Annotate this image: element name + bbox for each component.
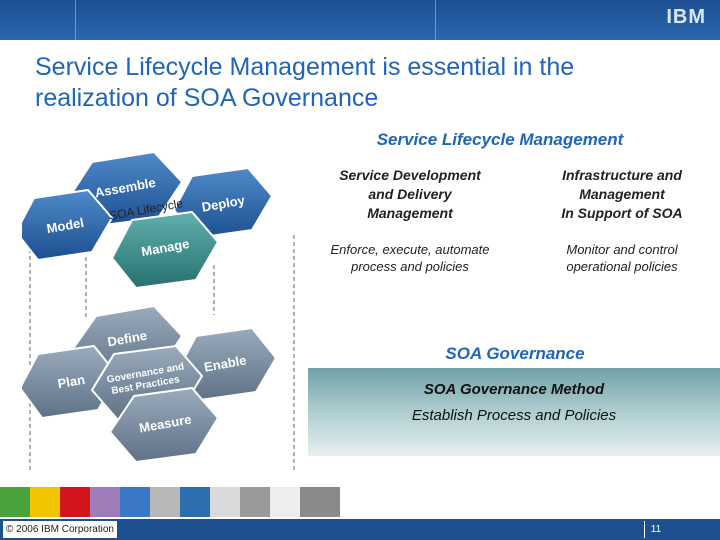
soa-lifecycle-diagram: Assemble Model Deploy Manage SOA Lifecyc…	[22, 150, 295, 470]
top-bar-divider	[75, 0, 436, 40]
photo-thumbnail	[240, 487, 270, 517]
governance-policies: Establish Process and Policies	[411, 407, 617, 424]
color-swatch	[0, 487, 30, 517]
page-number: 11	[644, 521, 667, 538]
panel-service-development: Service Development and Delivery Managem…	[318, 166, 502, 275]
photo-thumbnail	[180, 487, 210, 517]
ibm-logo: IBM	[666, 6, 706, 28]
photo-thumbnail	[210, 487, 240, 517]
panel-heading: Service Development and Delivery Managem…	[339, 167, 481, 221]
slm-heading: Service Lifecycle Management	[376, 130, 624, 149]
governance-method: SOA Governance Method	[423, 381, 605, 398]
governance-heading: SOA Governance	[445, 344, 585, 363]
color-swatch	[120, 487, 150, 517]
copyright: © 2006 IBM Corporation	[3, 521, 117, 538]
photo-thumbnail	[300, 487, 340, 517]
slide-title: Service Lifecycle Management is essentia…	[35, 53, 575, 112]
strip-blank	[340, 487, 720, 517]
photo-thumbnail	[270, 487, 300, 517]
panel-infrastructure: Infrastructure and Management In Support…	[530, 166, 714, 275]
color-swatch	[90, 487, 120, 517]
top-brand-bar: IBM	[0, 0, 720, 40]
panel-description: Monitor and control operational policies	[566, 242, 678, 274]
panel-description: Enforce, execute, automate process and p…	[330, 242, 490, 274]
panel-heading: Infrastructure and Management In Support…	[561, 167, 683, 221]
photo-thumbnail	[150, 487, 180, 517]
footer-image-strip	[0, 487, 720, 517]
color-swatch	[60, 487, 90, 517]
hex-manage: Manage	[110, 210, 220, 290]
color-swatch	[30, 487, 60, 517]
